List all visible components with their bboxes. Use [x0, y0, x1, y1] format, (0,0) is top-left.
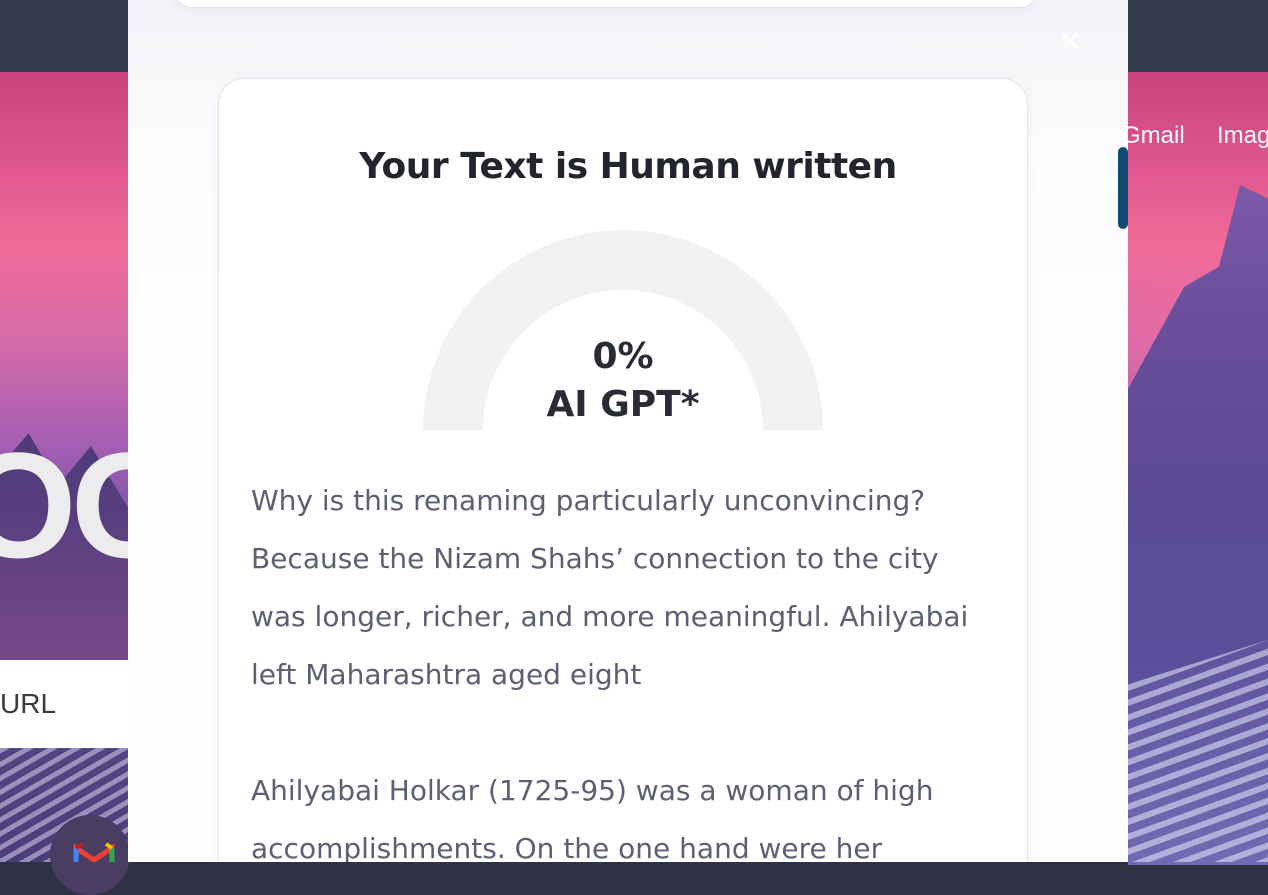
scrollbar-thumb[interactable] — [1118, 147, 1128, 229]
background-search-placeholder: URL — [0, 688, 57, 719]
analyzed-paragraph: Why is this renaming particularly unconv… — [251, 484, 969, 691]
ai-detector-modal: Your Text is Human written 0% AI GPT* Wh… — [128, 0, 1128, 862]
close-icon[interactable]: ✕ — [1055, 28, 1085, 58]
gauge-percentage: 0% — [592, 336, 654, 377]
gmail-icon — [73, 842, 115, 862]
result-title: Your Text is Human written — [359, 146, 897, 187]
images-link[interactable]: Imag — [1217, 122, 1268, 150]
gauge-label: AI GPT* — [546, 384, 700, 425]
input-card-bottom-edge — [174, 0, 1038, 8]
gmail-link[interactable]: Gmail — [1122, 122, 1185, 150]
analyzed-paragraph: Ahilyabai Holkar (1725-95) was a woman o… — [251, 774, 934, 862]
analyzed-text: Why is this renaming particularly unconv… — [251, 472, 991, 862]
